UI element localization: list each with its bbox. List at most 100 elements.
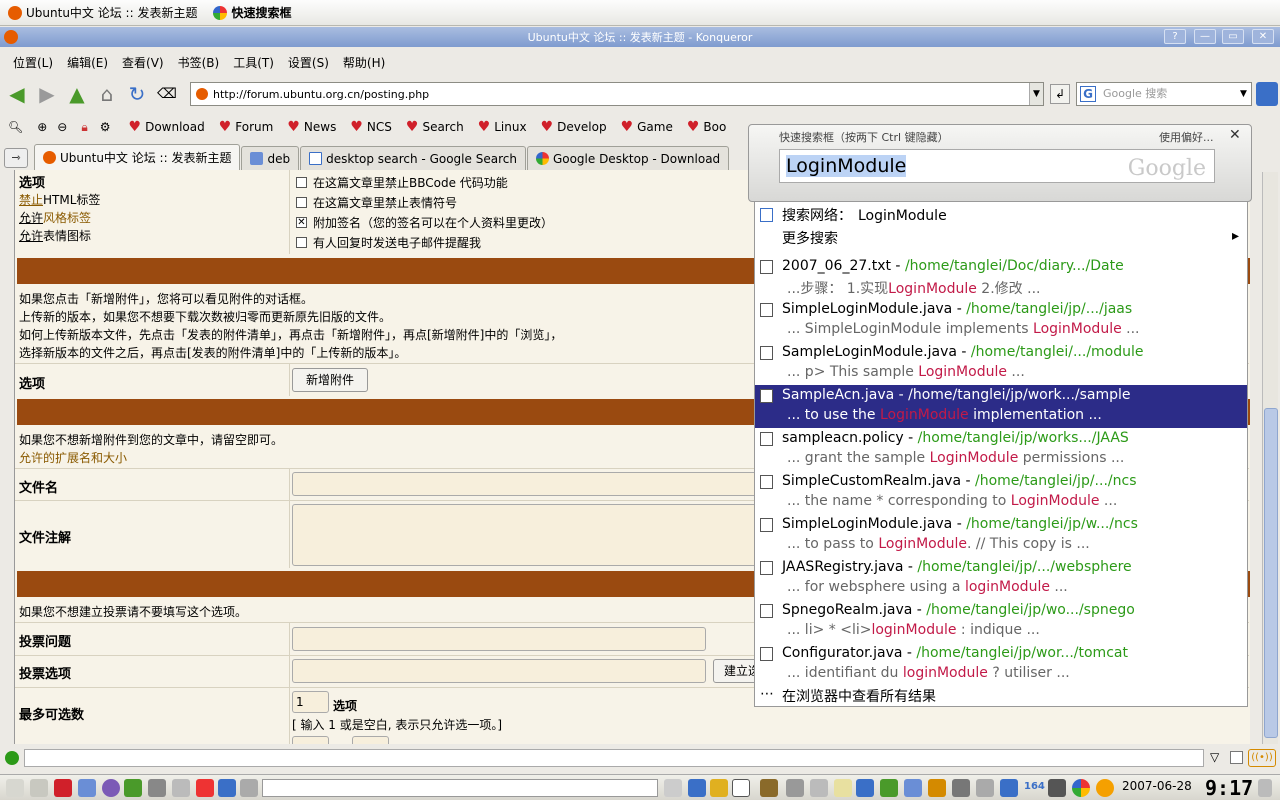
speaker-icon[interactable]: [664, 779, 682, 797]
launcher-icon[interactable]: [30, 779, 48, 797]
app-icon[interactable]: [124, 779, 142, 797]
result-item[interactable]: SimpleLoginModule.java - /home/tanglei/j…: [755, 514, 1247, 557]
preferences-link[interactable]: 使用偏好...: [1159, 129, 1214, 145]
allow-style-link[interactable]: 允许: [19, 211, 43, 225]
tab-deb[interactable]: deb: [241, 146, 300, 170]
bookmark-forum[interactable]: ♥ Forum: [219, 119, 274, 135]
bookmark-develop[interactable]: ♥ Develop: [541, 119, 607, 135]
clear-location-icon[interactable]: ⌫: [154, 81, 180, 107]
back-icon[interactable]: ◀: [4, 81, 30, 107]
menu-help[interactable]: 帮助(H): [336, 54, 392, 71]
tray-icon[interactable]: [1048, 779, 1066, 797]
disable-bbcode-checkbox[interactable]: 在这篇文章里禁止BBCode 代码功能: [296, 174, 508, 191]
result-item[interactable]: Configurator.java - /home/tanglei/jp/wor…: [755, 643, 1247, 686]
poll-option-input[interactable]: [292, 659, 706, 683]
max-options-input[interactable]: 1: [292, 691, 329, 713]
chevron-down-icon[interactable]: ▼: [1240, 84, 1252, 104]
kmenu-icon[interactable]: [6, 779, 24, 797]
tray-icon[interactable]: [856, 779, 874, 797]
result-item[interactable]: 2007_06_27.txt - /home/tanglei/Doc/diary…: [755, 256, 1247, 299]
tray-icon[interactable]: [928, 779, 946, 797]
zoom-out-icon[interactable]: ⊖: [57, 120, 67, 134]
menu-bookmarks[interactable]: 书签(B): [171, 54, 227, 71]
poll-length-input-2[interactable]: [352, 736, 389, 744]
page-scrollbar[interactable]: [1262, 172, 1278, 744]
app-icon[interactable]: [240, 779, 258, 797]
google-desktop-icon[interactable]: [1072, 779, 1090, 797]
minimize-button[interactable]: —: [1194, 29, 1216, 44]
bookmark-linux[interactable]: ♥ Linux: [478, 119, 527, 135]
tab-forum[interactable]: Ubuntu中文 论坛 :: 发表新主题: [34, 144, 241, 170]
poll-length-input[interactable]: [292, 736, 329, 744]
tray-icon[interactable]: [732, 779, 750, 797]
tray-icon[interactable]: [952, 779, 970, 797]
taskbar-item-forum[interactable]: Ubuntu中文 论坛 :: 发表新主题: [0, 0, 205, 26]
tray-icon[interactable]: [1000, 779, 1018, 797]
result-item[interactable]: SampleAcn.java - /home/tanglei/jp/work..…: [755, 385, 1247, 428]
taskbar-command-input[interactable]: [262, 779, 658, 797]
disable-html-link[interactable]: 禁止: [19, 193, 43, 207]
sun-icon[interactable]: [1096, 779, 1114, 797]
new-tab-icon[interactable]: ⇾: [4, 148, 28, 168]
up-icon[interactable]: ▲: [64, 81, 90, 107]
app-icon[interactable]: [172, 779, 190, 797]
result-item[interactable]: SampleLoginModule.java - /home/tanglei/.…: [755, 342, 1247, 385]
bookmark-search[interactable]: ♥ Search: [406, 119, 464, 135]
reload-icon[interactable]: ↻: [124, 81, 150, 107]
menu-edit[interactable]: 编辑(E): [60, 54, 115, 71]
add-attachment-button[interactable]: 新增附件: [292, 368, 368, 392]
poll-question-input[interactable]: [292, 627, 706, 651]
result-item[interactable]: SimpleLoginModule.java - /home/tanglei/j…: [755, 299, 1247, 342]
allowed-ext-link[interactable]: 允许的扩展名和大小: [19, 449, 127, 466]
taskbar-item-quicksearch[interactable]: 快速搜索框: [205, 0, 299, 26]
allow-smilies-link[interactable]: 允许: [19, 229, 43, 243]
tray-icon[interactable]: [786, 779, 804, 797]
result-item[interactable]: JAASRegistry.java - /home/tanglei/jp/...…: [755, 557, 1247, 600]
tab-google-desktop[interactable]: Google Desktop - Download: [526, 146, 730, 170]
tray-icon[interactable]: [904, 779, 922, 797]
filter-icon[interactable]: ▽: [1210, 750, 1219, 764]
tray-icon[interactable]: [760, 779, 778, 797]
menu-view[interactable]: 查看(V): [115, 54, 171, 71]
zoom-in-icon[interactable]: ⊕: [37, 120, 47, 134]
tray-icon[interactable]: [880, 779, 898, 797]
app-icon[interactable]: [78, 779, 96, 797]
tray-icon[interactable]: [810, 779, 828, 797]
gear-icon[interactable]: ⚙: [100, 120, 111, 134]
chevron-down-icon[interactable]: ▼: [1029, 83, 1043, 105]
bookmark-download[interactable]: ♥ Download: [129, 119, 205, 135]
app-icon[interactable]: [218, 779, 236, 797]
tray-icon[interactable]: [1258, 779, 1272, 797]
bookmark-books[interactable]: ♥ Boo: [687, 119, 726, 135]
tray-icon[interactable]: [976, 779, 994, 797]
home-icon[interactable]: ⌂: [94, 81, 120, 107]
file-comment-textarea[interactable]: [292, 504, 762, 566]
close-window-button[interactable]: ✕: [1252, 29, 1274, 44]
tab-desktop-search[interactable]: desktop search - Google Search: [300, 146, 526, 170]
bookmark-ncs[interactable]: ♥ NCS: [350, 119, 392, 135]
notify-reply-checkbox[interactable]: 有人回复时发送电子邮件提醒我: [296, 234, 481, 251]
result-item[interactable]: SpnegoRealm.java - /home/tanglei/jp/wo..…: [755, 600, 1247, 643]
search-web-item[interactable]: 搜索网络： LoginModule: [755, 205, 1247, 225]
scrollbar-thumb[interactable]: [1264, 408, 1278, 738]
menu-settings[interactable]: 设置(S): [281, 54, 336, 71]
app-icon[interactable]: [102, 779, 120, 797]
menu-location[interactable]: 位置(L): [6, 54, 60, 71]
result-item[interactable]: sampleacn.policy - /home/tanglei/jp/work…: [755, 428, 1247, 471]
help-button[interactable]: ?: [1164, 29, 1186, 44]
forward-icon[interactable]: ▶: [34, 81, 60, 107]
rss-icon[interactable]: ((•)): [1248, 749, 1276, 767]
tray-icon[interactable]: [688, 779, 706, 797]
url-field[interactable]: http://forum.ubuntu.org.cn/posting.php ▼: [190, 82, 1044, 106]
app-icon[interactable]: [196, 779, 214, 797]
bookmark-news[interactable]: ♥ News: [287, 119, 336, 135]
tray-icon[interactable]: [710, 779, 728, 797]
app-icon[interactable]: [148, 779, 166, 797]
quicksearch-input[interactable]: LoginModule Google: [779, 149, 1215, 183]
search-icon[interactable]: 🔍︎: [8, 120, 23, 134]
window-titlebar[interactable]: Ubuntu中文 论坛 :: 发表新主题 - Konqueror ? — ▭ ✕: [0, 27, 1280, 47]
result-item[interactable]: SimpleCustomRealm.java - /home/tanglei/j…: [755, 471, 1247, 514]
go-icon[interactable]: ↲: [1050, 84, 1070, 104]
disable-smilies-checkbox[interactable]: 在这篇文章里禁止表情符号: [296, 194, 457, 211]
attach-signature-checkbox[interactable]: ✕ 附加签名（您的签名可以在个人资料里更改）: [296, 214, 553, 231]
